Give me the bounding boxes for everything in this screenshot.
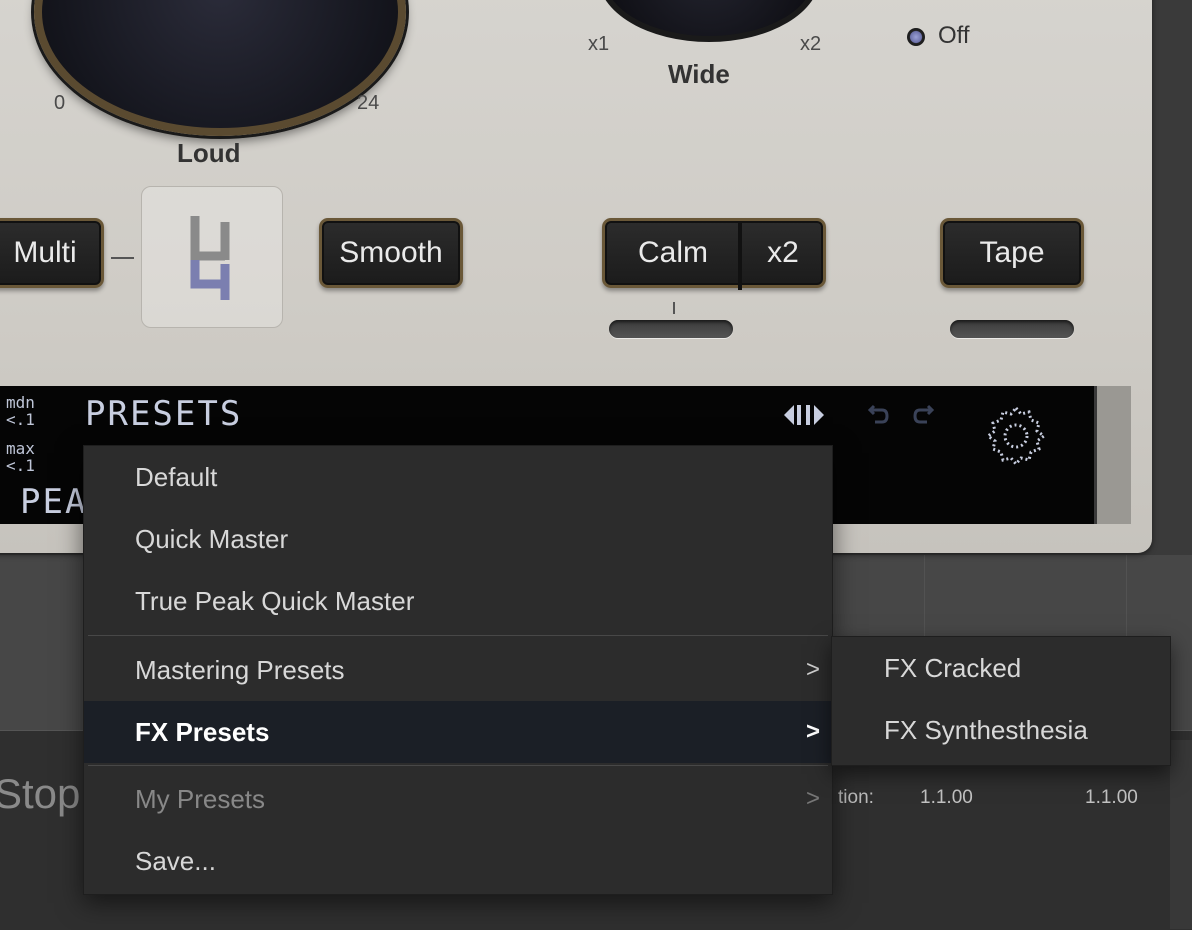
menu-item-label: Save... xyxy=(135,845,216,876)
version-label: tion: xyxy=(838,787,874,808)
chevron-right-icon: > xyxy=(805,718,820,745)
multi-button-label: Multi xyxy=(13,236,77,269)
calm-x2-divider xyxy=(738,222,742,290)
multi-button[interactable]: Multi xyxy=(0,218,104,288)
menu-item-my-presets[interactable]: My Presets > xyxy=(84,768,832,830)
undo-icon[interactable] xyxy=(866,402,892,433)
menu-item-quick-master[interactable]: Quick Master xyxy=(84,508,832,570)
lcd-mdn-value: <.1 xyxy=(6,410,35,429)
menu-item-fx-presets[interactable]: FX Presets > xyxy=(84,701,832,763)
off-radio-button[interactable] xyxy=(907,28,925,46)
lcd-side-panel xyxy=(1094,386,1131,524)
loud-knob-label: Loud xyxy=(177,138,241,168)
wide-scale-max: x2 xyxy=(800,33,822,55)
lcd-mdn-label: mdn xyxy=(6,393,35,412)
menu-item-label: True Peak Quick Master xyxy=(135,585,415,616)
loud-scale-max: 24 xyxy=(357,92,380,114)
wide-knob-label: Wide xyxy=(668,59,730,89)
version-value-b: 1.1.00 xyxy=(1085,787,1138,808)
menu-item-label: My Presets xyxy=(135,783,266,814)
tape-led xyxy=(950,320,1074,338)
calm-button-group: Calm x2 xyxy=(602,218,826,288)
off-radio-label: Off xyxy=(938,22,970,49)
menu-item-label: Default xyxy=(135,461,218,492)
gear-icon[interactable] xyxy=(984,404,1048,473)
chevron-right-icon: > xyxy=(805,656,820,683)
plugin-logo-icon xyxy=(190,216,230,300)
menu-item-label: Mastering Presets xyxy=(135,654,345,685)
calm-tick xyxy=(673,302,675,314)
plugin-logo[interactable] xyxy=(141,186,283,328)
loud-scale-min: 0 xyxy=(54,92,66,114)
calm-led xyxy=(609,320,733,338)
menu-item-save[interactable]: Save... xyxy=(84,830,832,892)
wide-scale-min: x1 xyxy=(588,33,610,55)
lcd-mode-text: PEA xyxy=(20,482,88,522)
version-value-a: 1.1.00 xyxy=(920,787,973,808)
prev-next-arrows-icon[interactable] xyxy=(782,402,828,433)
menu-separator xyxy=(88,635,828,636)
redo-icon[interactable] xyxy=(910,402,936,433)
menu-item-default[interactable]: Default xyxy=(84,446,832,508)
calm-button[interactable]: Calm xyxy=(605,236,741,270)
chevron-right-icon: > xyxy=(805,785,820,812)
tape-button[interactable]: Tape xyxy=(940,218,1084,288)
menu-item-mastering-presets[interactable]: Mastering Presets > xyxy=(84,639,832,701)
menu-item-true-peak-quick-master[interactable]: True Peak Quick Master xyxy=(84,570,832,632)
lcd-max-label: max xyxy=(6,439,35,458)
lcd-max-value: <.1 xyxy=(6,456,35,475)
menu-separator xyxy=(88,765,828,766)
smooth-button-label: Smooth xyxy=(339,236,443,269)
host-scroll-strip[interactable] xyxy=(1170,740,1192,929)
fx-presets-submenu: FX Cracked FX Synthesthesia xyxy=(831,636,1171,766)
tape-button-label: Tape xyxy=(979,236,1045,269)
presets-menu-trigger[interactable]: PRESETS xyxy=(85,394,242,434)
menu-item-label: FX Presets xyxy=(135,716,270,747)
link-dash xyxy=(111,257,134,259)
menu-item-label: Quick Master xyxy=(135,523,289,554)
submenu-item-fx-cracked[interactable]: FX Cracked xyxy=(884,653,1021,684)
presets-context-menu: Default Quick Master True Peak Quick Mas… xyxy=(83,445,833,895)
submenu-item-fx-synthesthesia[interactable]: FX Synthesthesia xyxy=(884,715,1088,746)
smooth-button[interactable]: Smooth xyxy=(319,218,463,288)
x2-button[interactable]: x2 xyxy=(743,236,823,270)
